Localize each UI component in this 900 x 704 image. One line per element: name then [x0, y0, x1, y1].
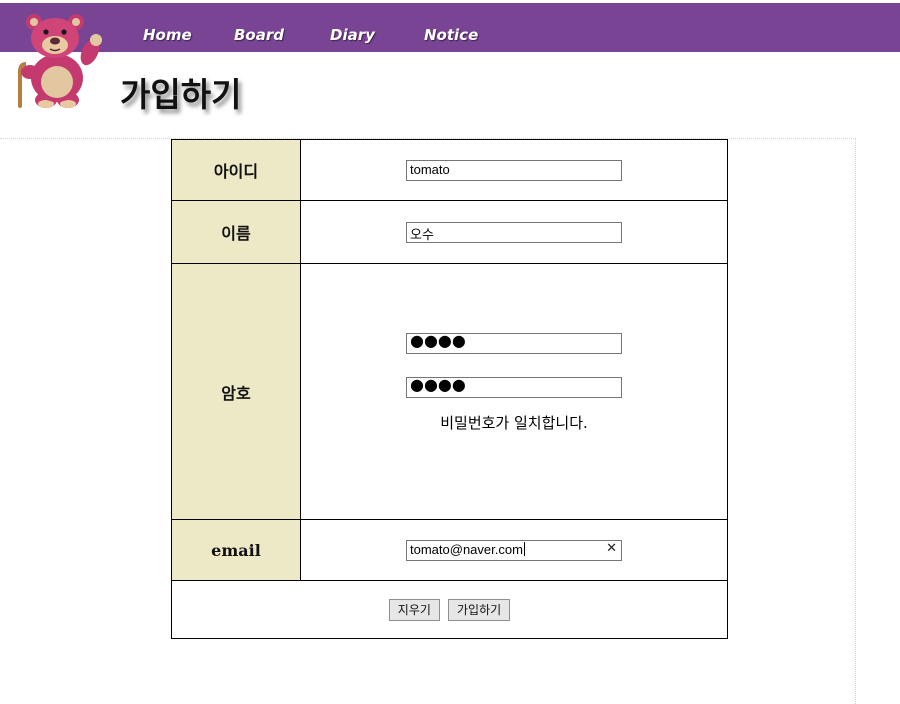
nav-board-link[interactable]: Board — [234, 26, 284, 44]
name-label: 이름 — [171, 200, 301, 264]
email-input[interactable]: tomato@naver.com ✕ — [406, 539, 622, 561]
id-input[interactable]: tomato — [406, 159, 622, 181]
name-cell: 오수 — [300, 200, 728, 264]
password-confirm-input-value: ●●●● — [410, 374, 466, 394]
id-cell: tomato — [300, 139, 728, 201]
email-input-value: tomato@naver.com — [410, 541, 525, 557]
button-row: 지우기 가입하기 — [171, 580, 728, 639]
name-input[interactable]: 오수 — [406, 221, 622, 243]
clear-button[interactable]: 지우기 — [388, 598, 440, 621]
email-row: email tomato@naver.com ✕ — [171, 519, 728, 581]
name-row: 이름 오수 — [171, 200, 728, 264]
email-cell: tomato@naver.com ✕ — [300, 519, 728, 581]
password-match-message: 비밀번호가 일치합니다. — [440, 413, 588, 432]
id-row: 아이디 tomato — [171, 139, 728, 201]
id-label: 아이디 — [171, 139, 301, 201]
password-label: 암호 — [171, 263, 301, 520]
signup-submit-button[interactable]: 가입하기 — [448, 598, 511, 621]
page-title: 가입하기 — [120, 75, 242, 114]
page: Home Board Diary Notice 가입하기 아이디 tomato … — [0, 0, 900, 704]
email-input-text: tomato@naver.com — [410, 541, 523, 557]
password-cell: ●●●● ●●●● 비밀번호가 일치합니다. — [300, 263, 728, 520]
clear-input-icon[interactable]: ✕ — [606, 541, 617, 556]
id-input-value: tomato — [410, 161, 450, 177]
main-nav: Home Board Diary Notice — [0, 26, 900, 50]
password-input[interactable]: ●●●● — [406, 330, 622, 354]
password-row: 암호 ●●●● ●●●● 비밀번호가 일치합니다. — [171, 263, 728, 520]
name-input-value: 오수 — [410, 226, 434, 242]
password-input-value: ●●●● — [410, 330, 466, 350]
text-caret — [523, 541, 525, 556]
lotso-bear-icon — [18, 14, 102, 108]
nav-diary-link[interactable]: Diary — [330, 26, 375, 44]
signup-form-table: 아이디 tomato 이름 오수 암호 ●●●● ●●●● 비밀번호가 일치합니… — [171, 139, 728, 639]
nav-home-link[interactable]: Home — [143, 26, 192, 44]
email-label: email — [171, 519, 301, 581]
nav-notice-link[interactable]: Notice — [424, 26, 478, 44]
password-confirm-input[interactable]: ●●●● — [406, 374, 622, 398]
button-cell: 지우기 가입하기 — [171, 580, 728, 639]
